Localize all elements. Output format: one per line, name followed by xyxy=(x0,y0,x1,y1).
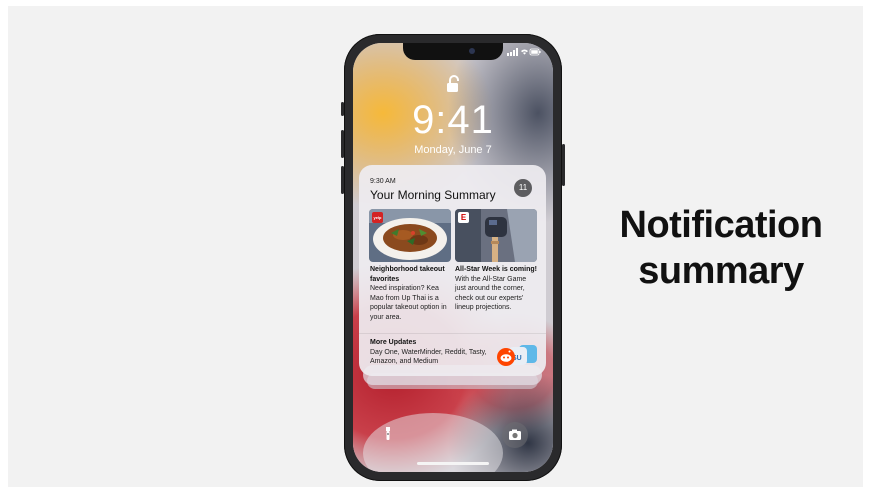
notch xyxy=(403,43,503,60)
headline-line-2: summary xyxy=(638,250,804,292)
presentation-slide: Notification summary 9:41 Monday, June 7… xyxy=(8,6,863,487)
status-bar xyxy=(507,48,541,58)
lock-screen-date: Monday, June 7 xyxy=(414,144,492,156)
divider xyxy=(359,333,546,334)
notification-count-badge: 11 xyxy=(514,179,532,197)
camera-button[interactable] xyxy=(502,422,528,448)
more-updates-title: More Updates xyxy=(370,339,417,346)
side-button xyxy=(562,144,565,186)
volume-down-button xyxy=(341,166,344,194)
summary-time: 9:30 AM xyxy=(370,178,396,185)
camera-icon xyxy=(509,429,521,440)
mute-switch xyxy=(341,102,344,116)
story-body: With the All-Star Game just around the c… xyxy=(455,275,527,312)
yelp-app-icon: yelp xyxy=(372,212,383,223)
espn-app-icon: E xyxy=(458,212,469,223)
front-camera xyxy=(469,48,475,54)
volume-up-button xyxy=(341,130,344,158)
story-all-star-week[interactable]: All-Star Week is coming! With the All-St… xyxy=(455,265,537,313)
story-headline: All-Star Week is coming! xyxy=(455,266,537,273)
unlock-icon xyxy=(447,75,459,92)
story-headline: Neighborhood takeout favorites xyxy=(370,266,445,283)
headline-line-1: Notification xyxy=(619,204,823,246)
story-body: Need inspiration? Kea Mao from Up Thai i… xyxy=(370,285,447,321)
notification-summary-card[interactable]: 9:30 AM Your Morning Summary 11 yelp E N… xyxy=(359,165,546,376)
lock-screen-time: 9:41 xyxy=(412,98,494,142)
flashlight-icon[interactable] xyxy=(377,422,399,444)
story-neighborhood-takeout[interactable]: Neighborhood takeout favorites Need insp… xyxy=(370,265,452,323)
iphone-device: 9:41 Monday, June 7 9:30 AM Your Morning… xyxy=(341,34,565,481)
more-updates-app-icons: SU xyxy=(497,345,537,366)
lock-screen: 9:41 Monday, June 7 9:30 AM Your Morning… xyxy=(353,43,553,472)
status-icons xyxy=(507,48,541,56)
more-updates-apps: Day One, WaterMinder, Reddit, Tasty, Ama… xyxy=(370,349,487,366)
summary-title: Your Morning Summary xyxy=(370,188,496,202)
story-thumbnail-baseball[interactable]: E xyxy=(455,209,537,262)
headline: Notification summary xyxy=(596,202,846,294)
story-thumbnail-food[interactable]: yelp xyxy=(369,209,451,262)
home-indicator[interactable] xyxy=(417,462,489,465)
